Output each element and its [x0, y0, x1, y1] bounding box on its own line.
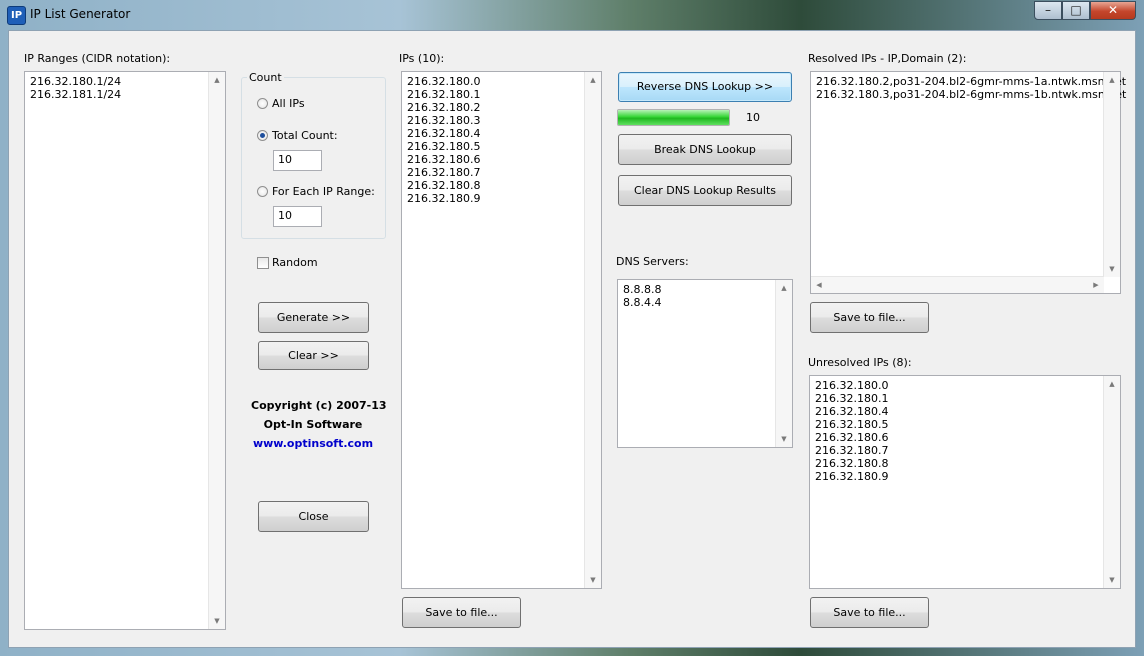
- dns-servers-label: DNS Servers:: [616, 255, 689, 268]
- close-button[interactable]: Close: [258, 501, 369, 532]
- random-label[interactable]: Random: [272, 256, 318, 269]
- all-ips-label[interactable]: All IPs: [272, 97, 305, 110]
- for-each-range-label[interactable]: For Each IP Range:: [272, 185, 375, 198]
- lookup-progress-bar: [617, 109, 730, 126]
- scroll-up-arrow-icon[interactable]: ▲: [1104, 72, 1120, 88]
- close-window-button[interactable]: ✕: [1090, 1, 1136, 20]
- scroll-right-arrow-icon[interactable]: ▶: [1088, 277, 1104, 293]
- total-count-label[interactable]: Total Count:: [272, 129, 338, 142]
- scroll-down-arrow-icon[interactable]: ▼: [1104, 261, 1120, 277]
- ip-ranges-text: 216.32.180.1/24 216.32.181.1/24: [30, 75, 122, 101]
- unresolved-ips-text: 216.32.180.0 216.32.180.1 216.32.180.4 2…: [815, 379, 889, 483]
- ip-ranges-textarea[interactable]: 216.32.180.1/24 216.32.181.1/24 ▲ ▼: [24, 71, 226, 630]
- lookup-progress-fill: [618, 110, 729, 125]
- scroll-up-arrow-icon[interactable]: ▲: [585, 72, 601, 88]
- minimize-button[interactable]: –: [1034, 1, 1062, 20]
- ips-scrollbar[interactable]: ▲ ▼: [584, 72, 601, 588]
- ips-listbox[interactable]: 216.32.180.0 216.32.180.1 216.32.180.2 2…: [401, 71, 602, 589]
- save-unresolved-button[interactable]: Save to file...: [810, 597, 929, 628]
- website-link[interactable]: www.optinsoft.com: [251, 437, 375, 450]
- app-window: IP IP List Generator – □ ✕ IP Ranges (CI…: [0, 0, 1144, 656]
- count-group-label: Count: [247, 71, 284, 84]
- dns-servers-textarea[interactable]: 8.8.8.8 8.8.4.4 ▲ ▼: [617, 279, 793, 448]
- generate-button[interactable]: Generate >>: [258, 302, 369, 333]
- for-each-range-input[interactable]: 10: [273, 206, 322, 227]
- scroll-down-arrow-icon[interactable]: ▼: [585, 572, 601, 588]
- scroll-up-arrow-icon[interactable]: ▲: [1104, 376, 1120, 392]
- app-icon: IP: [7, 6, 26, 25]
- clear-dns-results-button[interactable]: Clear DNS Lookup Results: [618, 175, 792, 206]
- scroll-up-arrow-icon[interactable]: ▲: [776, 280, 792, 296]
- unresolved-scrollbar[interactable]: ▲ ▼: [1103, 376, 1120, 588]
- dns-servers-scrollbar[interactable]: ▲ ▼: [775, 280, 792, 447]
- random-checkbox[interactable]: [257, 257, 269, 269]
- scroll-down-arrow-icon[interactable]: ▼: [209, 613, 225, 629]
- client-area: IP Ranges (CIDR notation): 216.32.180.1/…: [8, 30, 1136, 648]
- resolved-hscrollbar[interactable]: ◀ ▶: [811, 276, 1104, 293]
- company-name: Opt-In Software: [263, 418, 363, 431]
- ips-text: 216.32.180.0 216.32.180.1 216.32.180.2 2…: [407, 75, 481, 205]
- resolved-ips-label: Resolved IPs - IP,Domain (2):: [808, 52, 967, 65]
- title-bar[interactable]: IP IP List Generator – □ ✕: [0, 0, 1144, 30]
- copyright-text: Copyright (c) 2007-13: [251, 399, 387, 412]
- for-each-range-radio[interactable]: [257, 186, 268, 197]
- ips-label: IPs (10):: [399, 52, 445, 65]
- window-title: IP List Generator: [30, 7, 131, 21]
- scroll-down-arrow-icon[interactable]: ▼: [1104, 572, 1120, 588]
- maximize-button[interactable]: □: [1062, 1, 1090, 20]
- scroll-left-arrow-icon[interactable]: ◀: [811, 277, 827, 293]
- reverse-dns-lookup-button[interactable]: Reverse DNS Lookup >>: [618, 72, 792, 102]
- clear-button[interactable]: Clear >>: [258, 341, 369, 370]
- unresolved-ips-listbox[interactable]: 216.32.180.0 216.32.180.1 216.32.180.4 2…: [809, 375, 1121, 589]
- unresolved-ips-label: Unresolved IPs (8):: [808, 356, 912, 369]
- break-dns-lookup-button[interactable]: Break DNS Lookup: [618, 134, 792, 165]
- scroll-down-arrow-icon[interactable]: ▼: [776, 431, 792, 447]
- resolved-ips-listbox[interactable]: 216.32.180.2,po31-204.bl2-6gmr-mms-1a.nt…: [810, 71, 1126, 294]
- total-count-input[interactable]: 10: [273, 150, 322, 171]
- total-count-radio[interactable]: [257, 130, 268, 141]
- save-ips-button[interactable]: Save to file...: [402, 597, 521, 628]
- lookup-progress-count: 10: [746, 111, 760, 124]
- resolved-vscrollbar[interactable]: ▲ ▼: [1103, 72, 1120, 277]
- resolved-ips-text: 216.32.180.2,po31-204.bl2-6gmr-mms-1a.nt…: [816, 75, 1127, 101]
- save-resolved-button[interactable]: Save to file...: [810, 302, 929, 333]
- ip-ranges-scrollbar[interactable]: ▲ ▼: [208, 72, 225, 629]
- all-ips-radio[interactable]: [257, 98, 268, 109]
- dns-servers-text: 8.8.8.8 8.8.4.4: [623, 283, 662, 309]
- ip-ranges-label: IP Ranges (CIDR notation):: [24, 52, 171, 65]
- scroll-up-arrow-icon[interactable]: ▲: [209, 72, 225, 88]
